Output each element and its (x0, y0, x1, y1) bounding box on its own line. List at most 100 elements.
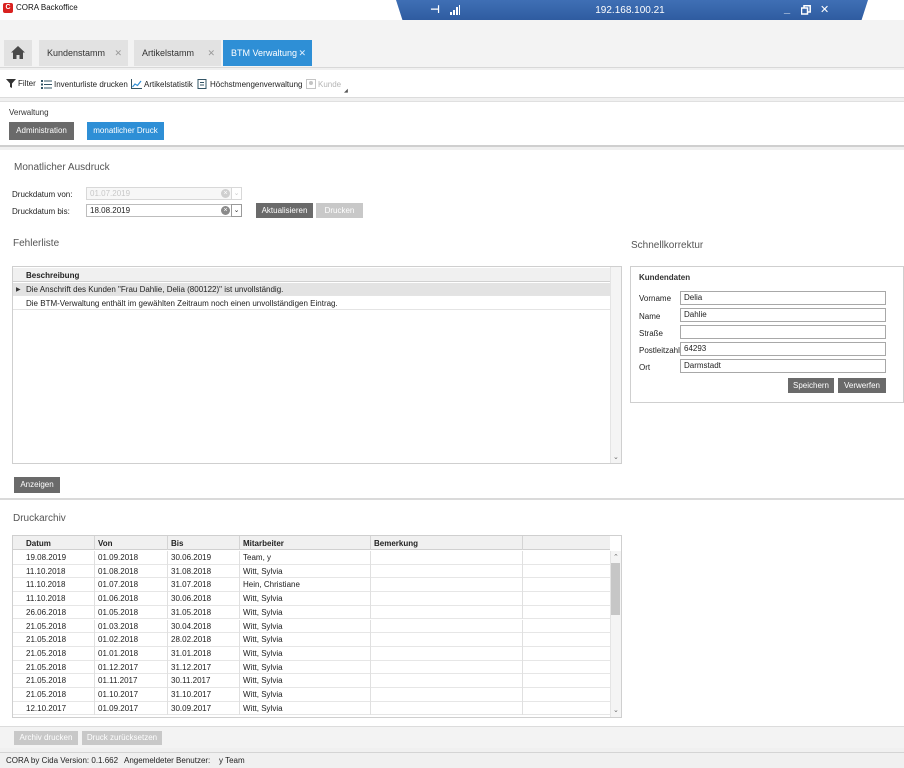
hoechstmengenverwaltung-button[interactable]: Höchstmengenverwaltung (197, 79, 303, 89)
fehler-row[interactable]: Die Anschrift des Kunden "Frau Dahlie, D… (13, 283, 610, 296)
chevron-down-icon[interactable]: ⌄ (231, 204, 242, 217)
bemerkung-column-header[interactable]: Bemerkung (374, 539, 418, 548)
column-divider (370, 578, 371, 593)
column-divider (522, 701, 523, 716)
table-row[interactable]: 12.10.2017 01.09.2017 30.09.2017 Witt, Sylv… (13, 701, 610, 716)
drucken-button[interactable]: Drucken (316, 203, 363, 218)
chevron-down-icon[interactable]: ⌄ (231, 187, 242, 200)
artikelstatistik-button[interactable]: Artikelstatistik (131, 79, 193, 89)
verwerfen-button[interactable]: Verwerfen (838, 378, 886, 393)
column-divider (522, 605, 523, 620)
druck-zuruecksetzen-button[interactable]: Druck zurücksetzen (82, 731, 162, 745)
close-tab-icon[interactable]: ✕ (298, 40, 306, 66)
pin-icon[interactable]: ⊣ (430, 3, 440, 16)
app-logo-icon: C (3, 3, 13, 13)
table-cell-mitarbeiter: Witt, Sylvia (243, 607, 283, 617)
strasse-label: Straße (639, 329, 664, 338)
scroll-down-icon[interactable]: ⌄ (613, 453, 619, 461)
inventurliste-drucken-button[interactable]: Inventurliste drucken (41, 79, 128, 89)
scroll-down-icon[interactable]: ⌄ (613, 706, 619, 714)
tab-artikelstamm[interactable]: Artikelstamm ✕ (134, 40, 221, 66)
table-cell-datum: 12.10.2017 (26, 703, 67, 713)
list-icon (41, 80, 52, 89)
user-value: y Team (219, 756, 245, 765)
table-cell-bis: 31.01.2018 (171, 648, 212, 658)
monatlicher-druck-button[interactable]: monatlicher Druck (87, 122, 164, 140)
artikelstatistik-label: Artikelstatistik (144, 79, 193, 89)
column-divider (239, 660, 240, 675)
column-divider (167, 536, 168, 550)
table-row[interactable]: 19.08.2019 01.09.2018 30.06.2019 Team, y (13, 551, 610, 565)
minimize-icon[interactable]: _ (784, 3, 790, 15)
table-row[interactable]: 21.05.2018 01.03.2018 30.04.2018 Witt, Sylv… (13, 619, 610, 634)
datum-column-header[interactable]: Datum (26, 539, 51, 548)
mitarbeiter-column-header[interactable]: Mitarbeiter (243, 539, 284, 548)
overflow-icon[interactable]: ◢ (344, 88, 348, 94)
table-row[interactable]: 11.10.2018 01.08.2018 31.08.2018 Witt, Sylv… (13, 564, 610, 579)
column-divider (167, 701, 168, 716)
fehler-row[interactable]: Die BTM-Verwaltung enthält im gewählten … (13, 297, 610, 310)
table-row[interactable]: 21.05.2018 01.10.2017 31.10.2017 Witt, Sylv… (13, 688, 610, 702)
table-row[interactable]: 21.05.2018 01.01.2018 31.01.2018 Witt, Sylv… (13, 646, 610, 661)
table-cell-datum: 21.05.2018 (26, 662, 67, 672)
column-divider (239, 592, 240, 606)
bis-column-header[interactable]: Bis (171, 539, 183, 548)
column-divider (239, 619, 240, 634)
scroll-up-icon[interactable]: ⌃ (613, 553, 619, 561)
anzeigen-button[interactable]: Anzeigen (14, 477, 60, 493)
tab-kundenstamm[interactable]: Kundenstamm ✕ (39, 40, 128, 66)
clear-icon[interactable]: × (221, 206, 230, 215)
vorname-label: Vorname (639, 294, 672, 303)
table-row[interactable]: 21.05.2018 01.12.2017 31.12.2017 Witt, Sylv… (13, 660, 610, 675)
name-field[interactable]: Dahlie (680, 308, 886, 322)
clear-icon[interactable]: × (221, 189, 230, 198)
close-tab-icon[interactable]: ✕ (114, 40, 122, 66)
table-cell-bis: 31.05.2018 (171, 607, 212, 617)
kunde-button[interactable]: Kunde (306, 79, 341, 89)
table-cell-bis: 30.06.2019 (171, 553, 212, 562)
column-divider (370, 592, 371, 606)
postleitzahl-label: Postleitzahl (639, 346, 680, 355)
archiv-drucken-button[interactable]: Archiv drucken (14, 731, 78, 745)
table-cell-bis: 30.06.2018 (171, 594, 212, 604)
filter-button[interactable]: Filter (6, 79, 36, 88)
postleitzahl-field[interactable]: 64293 (680, 342, 886, 356)
speichern-button[interactable]: Speichern (788, 378, 834, 393)
column-divider (239, 551, 240, 565)
column-divider (239, 646, 240, 661)
druckdatum-bis-input[interactable]: 18.08.2019 (86, 204, 232, 217)
druckdatum-von-input[interactable]: 01.07.2019 (86, 187, 232, 200)
column-divider (94, 564, 95, 579)
table-cell-datum: 21.05.2018 (26, 676, 67, 686)
table-row[interactable]: 26.06.2018 01.05.2018 31.05.2018 Witt, Sylv… (13, 605, 610, 620)
table-row[interactable]: 11.10.2018 01.07.2018 31.07.2018 Hein, Chri… (13, 578, 610, 593)
restore-icon[interactable] (800, 5, 811, 17)
scrollbar-thumb[interactable] (611, 563, 620, 615)
table-cell-von: 01.12.2017 (98, 662, 139, 672)
version-label: CORA by Cida Version: 0.1.662 (6, 756, 119, 765)
vorname-field[interactable]: Delia (680, 291, 886, 305)
strasse-field[interactable] (680, 325, 886, 339)
table-cell-bis: 31.12.2017 (171, 662, 212, 672)
tab-btm-verwaltung[interactable]: BTM Verwaltung ✕ (223, 40, 312, 66)
table-row[interactable]: 21.05.2018 01.11.2017 30.11.2017 Witt, Sylv… (13, 674, 610, 688)
beschreibung-column-header[interactable]: Beschreibung (26, 271, 79, 280)
column-divider (370, 701, 371, 716)
table-cell-von: 01.09.2017 (98, 703, 139, 713)
von-column-header[interactable]: Von (98, 539, 113, 548)
column-divider (370, 605, 371, 620)
table-row[interactable]: 11.10.2018 01.06.2018 30.06.2018 Witt, Sylv… (13, 592, 610, 606)
home-tab[interactable] (4, 40, 32, 66)
administration-button[interactable]: Administration (9, 122, 74, 140)
chart-icon (131, 79, 142, 89)
aktualisieren-button[interactable]: Aktualisieren (256, 203, 313, 218)
ort-field[interactable]: Darmstadt (680, 359, 886, 373)
table-row[interactable]: 21.05.2018 01.02.2018 28.02.2018 Witt, Sylv… (13, 633, 610, 647)
table-cell-von: 01.11.2017 (98, 676, 138, 686)
column-divider (167, 578, 168, 593)
close-tab-icon[interactable]: ✕ (207, 40, 215, 66)
close-icon[interactable]: ✕ (820, 3, 829, 16)
table-cell-von: 01.06.2018 (98, 594, 139, 604)
filter-label: Filter (18, 79, 36, 88)
fehlerliste-scrollbar[interactable]: ⌄ (610, 267, 621, 463)
